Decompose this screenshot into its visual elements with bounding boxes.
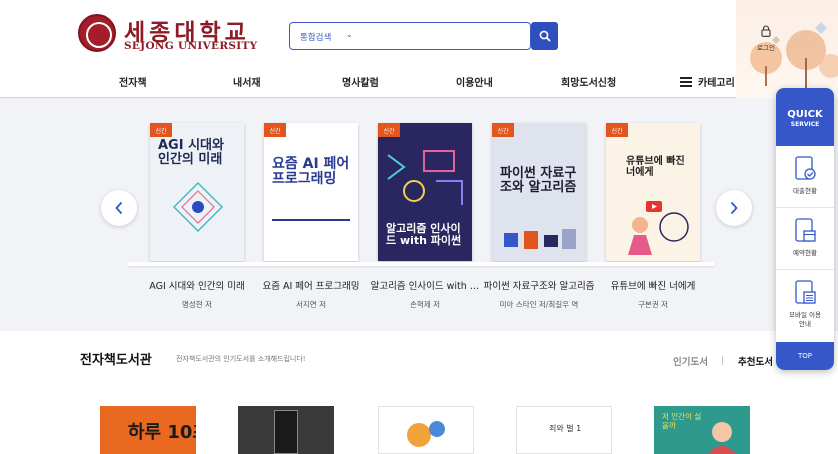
book-title[interactable]: AGI 시대와 인간의 미래 bbox=[139, 278, 255, 292]
tablet-calendar-icon bbox=[795, 218, 816, 242]
new-badge: 신간 bbox=[150, 123, 172, 137]
logo-english[interactable]: SEJONG UNIVERSITY bbox=[124, 40, 257, 52]
book-thumbnail[interactable]: 하루 10초 bbox=[100, 406, 196, 454]
tab-divider bbox=[722, 356, 723, 365]
page: 세종대학교 SEJONG UNIVERSITY 통합검색 ⌄ 로그인 전자책 내… bbox=[0, 0, 838, 454]
book-cover-title: 파이썬 자료구조와 알고리즘 bbox=[500, 166, 577, 195]
book-author: 손혁제 저 bbox=[410, 300, 440, 309]
book-author: 명성현 저 bbox=[182, 300, 212, 309]
chevron-right-icon bbox=[730, 201, 738, 215]
book-thumbnail[interactable] bbox=[238, 406, 334, 454]
nav-guide[interactable]: 이용안내 bbox=[456, 74, 493, 89]
section-title: 전자책도서관 bbox=[80, 353, 152, 368]
back-to-top-button[interactable]: TOP bbox=[776, 342, 834, 370]
header: 세종대학교 SEJONG UNIVERSITY 통합검색 ⌄ 로그인 전자책 내… bbox=[0, 0, 838, 98]
book-title[interactable]: 요즘 AI 페어 프로그래밍 bbox=[253, 278, 369, 292]
book-cover[interactable]: 알고리즘 인사이드 with 파이썬 신간 bbox=[378, 123, 472, 261]
book-cover-art bbox=[504, 229, 576, 249]
new-badge: 신간 bbox=[264, 123, 286, 137]
quick-item-loan-status[interactable]: 대출현황 bbox=[776, 146, 834, 208]
lock-icon bbox=[761, 25, 771, 37]
search-button[interactable] bbox=[531, 22, 558, 50]
book-author: 구본권 저 bbox=[638, 300, 668, 309]
book-cover-art bbox=[387, 150, 463, 205]
book-thumbnail[interactable]: 죄와 벌 1 bbox=[516, 406, 612, 454]
book-title[interactable]: 파이썬 자료구조와 알고리즘 bbox=[481, 278, 597, 292]
tablet-list-icon bbox=[795, 280, 816, 304]
search-icon bbox=[539, 30, 551, 42]
book-cover-title: AGI 시대와 인간의 미래 bbox=[158, 138, 224, 167]
new-badge: 신간 bbox=[492, 123, 514, 137]
book-cover-title: 요즘 AI 페어 프로그래밍 bbox=[272, 156, 350, 187]
chevron-down-icon: ⌄ bbox=[346, 30, 353, 39]
nav-ebook[interactable]: 전자책 bbox=[119, 74, 147, 89]
quick-item-label: 예약현황 bbox=[793, 249, 817, 257]
book-cover[interactable]: 파이썬 자료구조와 알고리즘 신간 bbox=[492, 123, 586, 261]
book-title[interactable]: 알고리즘 인사이드 with … bbox=[367, 278, 483, 292]
nav-book-request[interactable]: 희망도서신청 bbox=[561, 74, 616, 89]
nav-category[interactable]: 카테고리 bbox=[698, 74, 735, 89]
book-cover[interactable]: AGI 시대와 인간의 미래 신간 bbox=[150, 123, 244, 261]
book-cover-title: 알고리즘 인사이드 with 파이썬 bbox=[386, 222, 462, 247]
thumbnail-title: 죄와 벌 1 bbox=[549, 424, 582, 433]
new-badge: 신간 bbox=[378, 123, 400, 137]
book-thumbnail[interactable]: 저 인간이 싫을까 bbox=[654, 406, 750, 454]
login-label: 로그인 bbox=[757, 44, 775, 52]
search-input[interactable]: 통합검색 ⌄ bbox=[289, 22, 531, 50]
book-title[interactable]: 유튜브에 빠진 너에게 bbox=[595, 278, 711, 292]
divider bbox=[272, 219, 350, 221]
tablet-check-icon bbox=[795, 156, 816, 180]
carousel-prev-button[interactable] bbox=[101, 190, 137, 226]
book-cover[interactable]: 유튜브에 빠진 너에게 신간 bbox=[606, 123, 700, 261]
tab-popular[interactable]: 인기도서 bbox=[673, 354, 708, 368]
thumbnail-title: 하루 10초 bbox=[128, 422, 196, 443]
book-author: 미아 스타인 저/최길우 역 bbox=[499, 300, 579, 309]
carousel-next-button[interactable] bbox=[716, 190, 752, 226]
login-button[interactable]: 로그인 bbox=[751, 22, 781, 52]
book-shelf bbox=[128, 262, 714, 266]
quick-item-reservation-status[interactable]: 예약현황 bbox=[776, 208, 834, 270]
book-cover-art bbox=[173, 182, 223, 232]
menu-icon[interactable] bbox=[680, 77, 692, 89]
quick-item-label: 대출현황 bbox=[793, 187, 817, 195]
book-author: 서지연 저 bbox=[296, 300, 326, 309]
quick-service-header: QUICK SERVICE bbox=[776, 88, 834, 146]
nav-column[interactable]: 명사칼럼 bbox=[342, 74, 379, 89]
quick-item-label: 모바일 이용안내 bbox=[789, 311, 821, 328]
book-cover[interactable]: 요즘 AI 페어 프로그래밍 신간 bbox=[264, 123, 358, 261]
thumbnail-title: 저 인간이 싫을까 bbox=[662, 412, 702, 430]
university-seal-logo[interactable] bbox=[78, 14, 116, 52]
search-scope-select[interactable]: 통합검색 bbox=[300, 31, 331, 43]
nav-my-library[interactable]: 내서재 bbox=[233, 74, 261, 89]
quick-service-panel: QUICK SERVICE 대출현황 예약현황 모바일 이용안내 TOP bbox=[776, 88, 834, 370]
book-thumbnail[interactable] bbox=[378, 406, 474, 454]
quick-subtitle: SERVICE bbox=[790, 121, 820, 128]
new-badge: 신간 bbox=[606, 123, 628, 137]
book-cover-title: 유튜브에 빠진 너에게 bbox=[626, 156, 685, 178]
book-cover-art bbox=[628, 201, 689, 255]
quick-title: QUICK bbox=[787, 109, 823, 120]
chevron-left-icon bbox=[115, 201, 123, 215]
section-description: 전자책도서관의 인기도서를 소개해드립니다! bbox=[176, 355, 306, 363]
tab-recommended[interactable]: 추천도서 bbox=[738, 354, 773, 368]
quick-item-mobile-guide[interactable]: 모바일 이용안내 bbox=[776, 270, 834, 350]
